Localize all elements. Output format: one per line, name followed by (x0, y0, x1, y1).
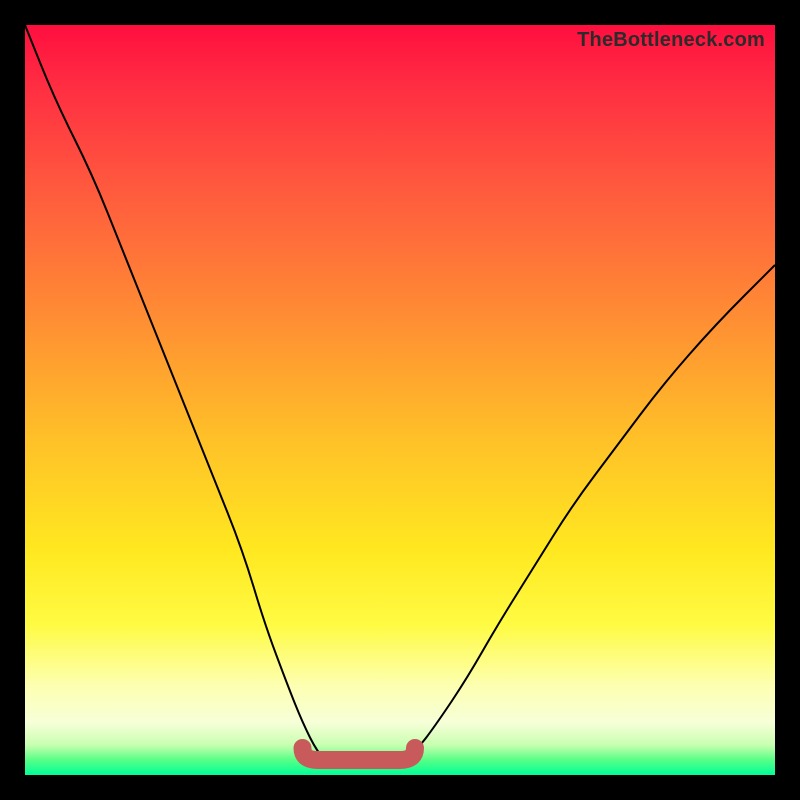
watermark-text: TheBottleneck.com (577, 29, 765, 52)
optimal-range-highlight (303, 748, 416, 760)
chart-frame: TheBottleneck.com (0, 0, 800, 800)
plot-area: TheBottleneck.com (25, 25, 775, 775)
bottleneck-curve (25, 25, 775, 775)
bottleneck-line (25, 25, 775, 768)
